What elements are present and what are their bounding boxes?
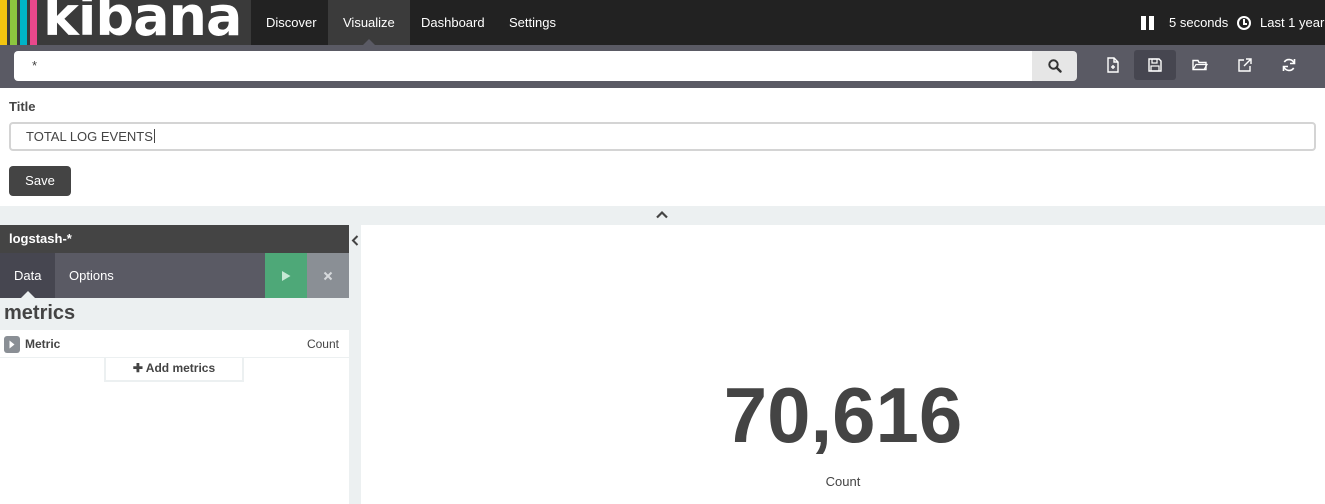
- logo-stripe-yellow: [0, 0, 7, 45]
- logo-stripe-green: [10, 0, 17, 45]
- metrics-heading: metrics: [4, 302, 76, 324]
- share-icon: [1238, 58, 1252, 72]
- nav-settings[interactable]: Settings: [494, 0, 571, 45]
- save-icon: [1148, 58, 1162, 72]
- refresh-interval[interactable]: 5 seconds: [1169, 0, 1228, 45]
- time-range-picker[interactable]: Last 1 year: [1260, 0, 1324, 45]
- close-icon: [323, 271, 333, 280]
- title-label: Title: [9, 99, 36, 114]
- sidebar-tabs: Data Options: [0, 253, 349, 298]
- title-input[interactable]: TOTAL LOG EVENTS: [9, 122, 1316, 151]
- open-folder-icon: [1192, 59, 1208, 71]
- search-icon: [1047, 59, 1062, 73]
- text-caret: [153, 129, 155, 143]
- metric-list-area: ✚ Add metrics: [0, 358, 349, 504]
- chevron-up-icon: [656, 210, 668, 219]
- expand-metric-button[interactable]: [4, 336, 20, 353]
- nav-discover[interactable]: Discover: [251, 0, 332, 45]
- top-navigation: kibana Discover Visualize Dashboard Sett…: [0, 0, 1325, 45]
- vis-editor-sidebar: logstash-* Data Options metrics Metric C…: [0, 225, 349, 504]
- search-toolbar: *: [0, 45, 1325, 88]
- clock-icon[interactable]: [1237, 16, 1251, 30]
- caret-right-icon: [9, 340, 15, 349]
- editor-area: metrics Metric Count ✚ Add metrics: [0, 298, 349, 504]
- tab-options[interactable]: Options: [55, 253, 128, 298]
- sidebar-collapse-toggle[interactable]: [349, 225, 361, 504]
- search-input[interactable]: *: [14, 51, 1032, 81]
- new-visualization-button[interactable]: [1092, 50, 1134, 80]
- refresh-icon: [1282, 58, 1296, 72]
- chevron-left-icon: [351, 235, 359, 246]
- save-visualization-button[interactable]: [1134, 50, 1176, 80]
- add-metrics-button[interactable]: ✚ Add metrics: [104, 358, 244, 382]
- save-button[interactable]: Save: [9, 166, 71, 196]
- nav-visualize[interactable]: Visualize: [328, 0, 410, 45]
- plus-icon: ✚: [132, 361, 143, 375]
- visualization-panel: 70,616 Count: [361, 225, 1325, 504]
- search-button[interactable]: [1032, 51, 1077, 81]
- pause-icon[interactable]: [1141, 16, 1155, 30]
- logo-stripe-teal: [20, 0, 27, 45]
- kibana-logo[interactable]: kibana: [0, 0, 251, 45]
- add-metrics-label: Add metrics: [145, 361, 216, 375]
- metric-label: Metric: [25, 337, 61, 351]
- collapse-panel-bar[interactable]: [0, 206, 1325, 225]
- reload-button[interactable]: [1268, 50, 1310, 80]
- share-visualization-button[interactable]: [1224, 50, 1266, 80]
- metric-agg-row[interactable]: Metric Count: [0, 330, 349, 358]
- play-icon: [282, 270, 291, 281]
- title-input-value: TOTAL LOG EVENTS: [26, 129, 153, 144]
- metric-value-label: Count: [825, 474, 861, 489]
- tab-data[interactable]: Data: [0, 253, 56, 298]
- logo-wordmark: kibana: [43, 0, 242, 45]
- metric-aggregation: Count: [306, 337, 339, 351]
- index-pattern-title: logstash-*: [0, 225, 349, 253]
- open-visualization-button[interactable]: [1179, 50, 1221, 80]
- discard-changes-button[interactable]: [307, 253, 349, 298]
- apply-changes-button[interactable]: [265, 253, 307, 298]
- metric-value: 70,616: [723, 371, 963, 459]
- logo-stripe-pink: [30, 0, 37, 45]
- nav-dashboard[interactable]: Dashboard: [406, 0, 500, 45]
- new-document-icon: [1107, 57, 1119, 73]
